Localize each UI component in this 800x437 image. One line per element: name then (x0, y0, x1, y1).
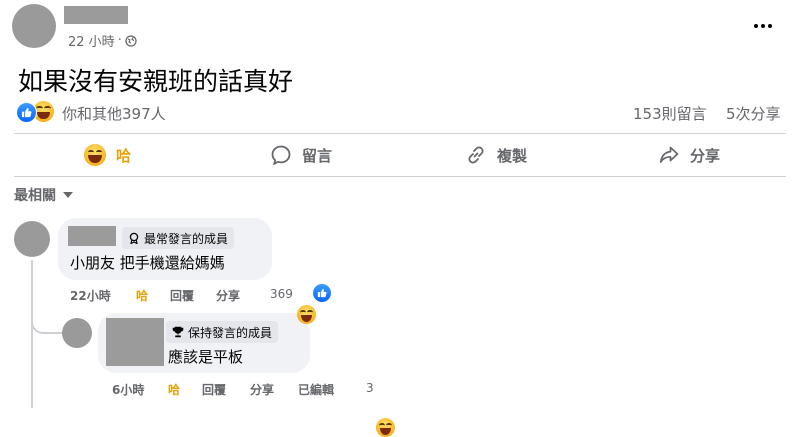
comment-reaction-count[interactable]: 369 (270, 287, 293, 301)
reply-connector (31, 314, 63, 334)
reply-badge-text: 保持發言的成員 (188, 325, 273, 340)
divider-top (14, 133, 786, 134)
comment-button[interactable]: 留言 (270, 140, 332, 170)
share-arrow-icon (659, 146, 679, 163)
dot-separator: · (117, 33, 122, 48)
comment-react-button[interactable]: 哈 (136, 287, 148, 304)
replier-name-redacted[interactable] (106, 318, 164, 366)
comment-bubble-icon (271, 145, 291, 166)
comment-like-icon (313, 284, 331, 302)
comments-count[interactable]: 153則留言 (633, 103, 707, 124)
badge-medal-icon (129, 232, 139, 244)
sort-dropdown[interactable]: 最相關 (14, 185, 74, 205)
divider-bottom (14, 176, 786, 177)
badge-text: 最常發言的成員 (144, 231, 229, 246)
poster-avatar[interactable] (12, 4, 56, 48)
poster-name-redacted[interactable] (64, 6, 128, 24)
sort-label: 最相關 (14, 188, 56, 204)
reply-haha-icon (376, 418, 395, 437)
react-button[interactable]: 哈 (84, 140, 131, 170)
like-reaction-icon[interactable] (16, 102, 37, 123)
top-contributor-badge[interactable]: 最常發言的成員 (122, 227, 235, 249)
share-label: 分享 (690, 146, 721, 165)
shares-count[interactable]: 5次分享 (726, 103, 781, 124)
reply-react-button[interactable]: 哈 (168, 381, 180, 398)
commenter-name-redacted[interactable] (68, 226, 116, 246)
post-time-text: 22 小時 (68, 35, 115, 50)
reactions-summary[interactable]: 你和其他397人 (62, 103, 166, 124)
copy-button[interactable]: 複製 (465, 140, 527, 170)
comment-time[interactable]: 22小時 (70, 287, 111, 304)
reply-reaction-count[interactable]: 3 (366, 381, 374, 395)
more-options-icon[interactable] (754, 18, 774, 34)
contributor-badge[interactable]: 保持發言的成員 (166, 321, 279, 343)
trophy-icon (172, 326, 184, 338)
reply-edited-label: 已編輯 (298, 383, 335, 397)
comment-share-button[interactable]: 分享 (216, 287, 240, 304)
reply-time[interactable]: 6小時 (112, 381, 144, 398)
link-icon (468, 146, 484, 164)
copy-label: 複製 (497, 146, 528, 165)
react-label: 哈 (116, 146, 132, 165)
thread-line (31, 260, 33, 408)
globe-icon (125, 34, 137, 47)
comment-label: 留言 (302, 146, 333, 165)
post-timestamp[interactable]: 22 小時 · (68, 31, 137, 50)
reply-text: 應該是平板 (168, 348, 244, 366)
reply-share-button[interactable]: 分享 (250, 381, 274, 398)
post-text: 如果沒有安親班的話真好 (18, 67, 294, 96)
commenter-avatar[interactable] (14, 221, 50, 257)
share-button[interactable]: 分享 (658, 140, 720, 170)
comment-text: 小朋友 把手機還給媽媽 (70, 254, 225, 272)
comment-haha-icon (297, 305, 316, 324)
replier-avatar[interactable] (62, 318, 92, 348)
reply-reply-button[interactable]: 回覆 (202, 381, 226, 398)
haha-icon (84, 144, 106, 166)
comment-reply-button[interactable]: 回覆 (170, 287, 194, 304)
caret-down-icon (63, 192, 73, 198)
